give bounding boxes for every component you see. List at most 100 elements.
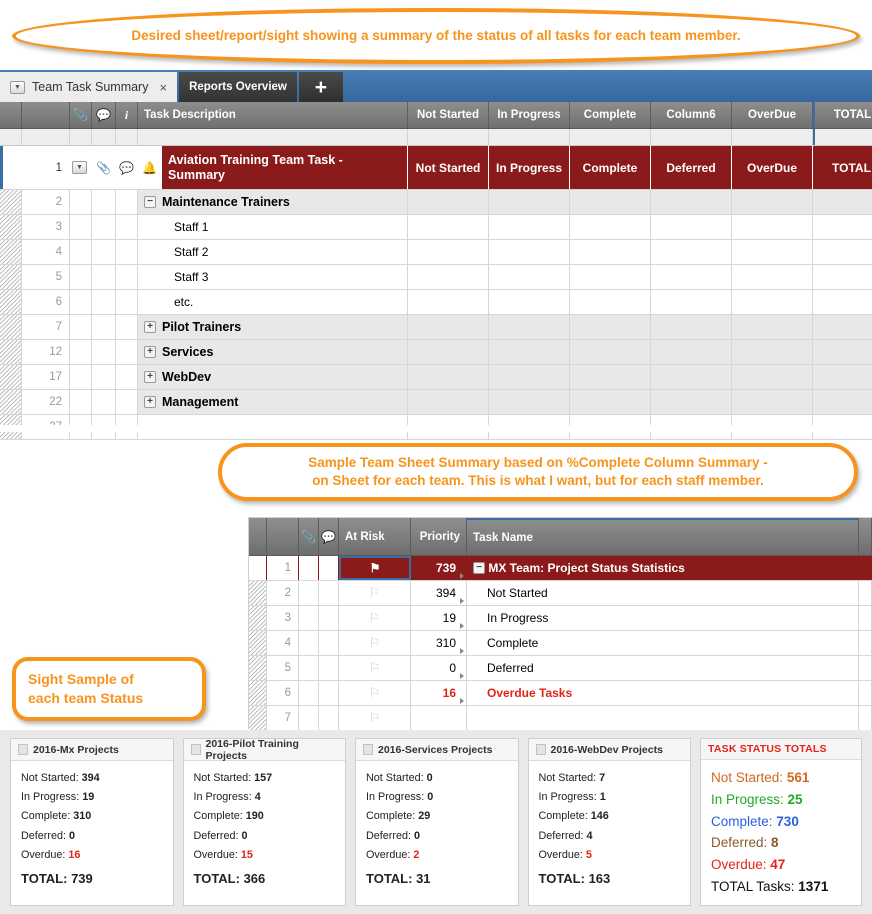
row-grip[interactable] xyxy=(0,340,22,364)
cell-total[interactable] xyxy=(813,340,872,364)
project-summary-card[interactable]: 2016-Services Projects Not Started: 0 In P… xyxy=(355,738,519,906)
row-expander-icon[interactable]: + xyxy=(144,321,156,333)
column-header-column6[interactable]: Column6 xyxy=(651,102,732,128)
flag-icon[interactable]: ⚑ xyxy=(370,561,381,575)
row-grip[interactable] xyxy=(0,315,22,339)
comment-icon[interactable]: 💬 xyxy=(92,102,116,128)
row-comment-cell[interactable] xyxy=(319,581,339,605)
row-comment-cell[interactable] xyxy=(92,315,116,339)
row-grip[interactable] xyxy=(0,290,22,314)
row-attachment-cell[interactable] xyxy=(299,606,319,630)
column-header-task-description[interactable]: Task Description xyxy=(138,102,408,128)
cell-priority[interactable]: 310 xyxy=(411,631,467,655)
cell-total[interactable] xyxy=(813,190,872,214)
row-grip[interactable] xyxy=(249,631,267,655)
cell-task-description[interactable]: + Management xyxy=(138,390,408,414)
cell-column6[interactable] xyxy=(651,240,732,264)
attachment-icon[interactable]: 📎 xyxy=(299,518,319,555)
row-grip[interactable] xyxy=(249,706,267,730)
cell-at-risk[interactable]: ⚐ xyxy=(339,656,411,680)
cell-at-risk[interactable]: ⚐ xyxy=(339,581,411,605)
table-row[interactable]: 4 ⚐ 310 Complete xyxy=(249,631,872,656)
project-summary-card[interactable]: 2016-Mx Projects Not Started: 394 In Progr… xyxy=(10,738,174,906)
row-attachment-cell[interactable] xyxy=(299,631,319,655)
row-expander-icon[interactable]: + xyxy=(144,346,156,358)
cell-in-progress[interactable] xyxy=(489,240,570,264)
row-attachment-cell[interactable] xyxy=(70,365,92,389)
row-grip[interactable] xyxy=(249,656,267,680)
row-grip[interactable] xyxy=(0,265,22,289)
cell-not-started[interactable] xyxy=(408,290,489,314)
cell-in-progress[interactable] xyxy=(489,265,570,289)
cell-priority[interactable]: 16 xyxy=(411,681,467,705)
cell-priority[interactable] xyxy=(411,706,467,730)
row-attachment-cell[interactable] xyxy=(70,215,92,239)
row-comment-cell[interactable] xyxy=(92,215,116,239)
chevron-down-icon[interactable]: ▼ xyxy=(10,80,25,94)
cell-task-name[interactable]: Complete xyxy=(467,631,859,655)
cell-total[interactable] xyxy=(813,315,872,339)
cell-overdue[interactable] xyxy=(732,315,813,339)
flag-icon[interactable]: ⚐ xyxy=(369,660,381,676)
cell-complete[interactable] xyxy=(570,190,651,214)
task-status-totals-card[interactable]: TASK STATUS TOTALS Not Started: 561 In Pro… xyxy=(700,738,862,906)
cell-column6[interactable] xyxy=(651,290,732,314)
cell-at-risk[interactable]: ⚐ xyxy=(339,706,411,730)
table-row[interactable]: 12 + Services xyxy=(0,340,872,365)
row-comment-cell[interactable] xyxy=(92,390,116,414)
row-comment-cell[interactable] xyxy=(92,290,116,314)
flag-icon[interactable]: ⚐ xyxy=(369,610,381,626)
cell-in-progress[interactable] xyxy=(489,215,570,239)
row-comment-cell[interactable] xyxy=(319,556,339,580)
row-attachment-cell[interactable] xyxy=(70,265,92,289)
row-attachment-cell[interactable] xyxy=(299,681,319,705)
cell-complete[interactable] xyxy=(570,340,651,364)
cell-total[interactable] xyxy=(813,365,872,389)
cell-column6[interactable] xyxy=(651,265,732,289)
table-row[interactable]: 5 ⚐ 0 Deferred xyxy=(249,656,872,681)
cell-not-started[interactable] xyxy=(408,390,489,414)
cell-total[interactable] xyxy=(813,215,872,239)
cell-column6[interactable] xyxy=(651,390,732,414)
cell-task-name[interactable]: Deferred xyxy=(467,656,859,680)
cell-column6[interactable] xyxy=(651,190,732,214)
column-header-not-started[interactable]: Not Started xyxy=(408,102,489,128)
column-header-in-progress[interactable]: In Progress xyxy=(489,102,570,128)
cell-task-name[interactable]: − MX Team: Project Status Statistics xyxy=(467,556,859,580)
cell-in-progress[interactable] xyxy=(489,340,570,364)
row-grip[interactable] xyxy=(249,556,267,580)
cell-complete[interactable] xyxy=(570,390,651,414)
cell-at-risk[interactable]: ⚐ xyxy=(339,631,411,655)
cell-overdue[interactable] xyxy=(732,365,813,389)
row-attachment-cell[interactable] xyxy=(299,656,319,680)
cell-not-started[interactable] xyxy=(408,340,489,364)
cell-task-description[interactable]: + Pilot Trainers xyxy=(138,315,408,339)
cell-column6[interactable] xyxy=(651,365,732,389)
row-grip[interactable] xyxy=(0,390,22,414)
row-info-cell[interactable] xyxy=(116,240,138,264)
table-row[interactable]: 17 + WebDev xyxy=(0,365,872,390)
cell-column6[interactable] xyxy=(651,315,732,339)
cell-task-name[interactable]: Not Started xyxy=(467,581,859,605)
row-menu-button[interactable]: ▼ xyxy=(70,146,92,189)
cell-not-started[interactable] xyxy=(408,190,489,214)
cell-column6[interactable] xyxy=(651,340,732,364)
row-grip[interactable] xyxy=(249,681,267,705)
attachment-icon[interactable]: 📎 xyxy=(70,102,92,128)
cell-not-started[interactable] xyxy=(408,215,489,239)
tab-reports-overview[interactable]: Reports Overview xyxy=(179,72,297,102)
cell-in-progress[interactable] xyxy=(489,365,570,389)
cell-task-name[interactable]: Overdue Tasks xyxy=(467,681,859,705)
cell-priority[interactable]: 0 xyxy=(411,656,467,680)
cell-priority[interactable]: 19 xyxy=(411,606,467,630)
cell-overdue[interactable] xyxy=(732,340,813,364)
close-icon[interactable]: × xyxy=(159,80,167,95)
cell-at-risk[interactable]: ⚑ xyxy=(339,556,411,580)
table-row[interactable]: 2 ⚐ 394 Not Started xyxy=(249,581,872,606)
cell-complete[interactable] xyxy=(570,265,651,289)
row-info-cell[interactable] xyxy=(116,390,138,414)
cell-overdue[interactable] xyxy=(732,265,813,289)
column-header-at-risk[interactable]: At Risk xyxy=(339,518,411,555)
chevron-down-icon[interactable]: ▼ xyxy=(72,161,87,174)
project-summary-card[interactable]: 2016-Pilot Training Projects Not Started:… xyxy=(182,738,346,906)
